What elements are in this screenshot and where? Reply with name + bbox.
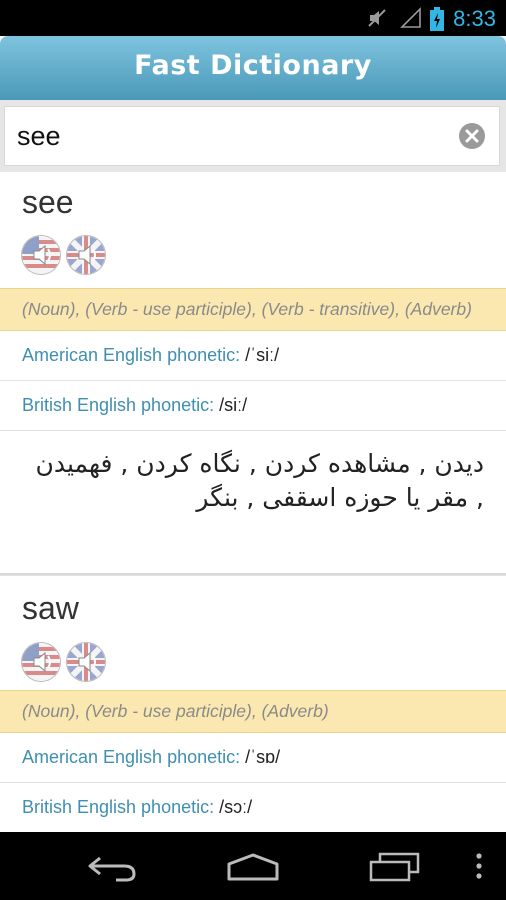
american-phonetic-label: American English phonetic: [22,747,241,767]
us-speaker-icon[interactable] [21,235,61,275]
back-icon[interactable] [86,852,138,882]
british-phonetic-label: British English phonetic: [22,395,215,415]
part-of-speech: (Noun), (Verb - use participle), (Verb -… [0,288,506,331]
results-list[interactable]: see (Noun), (Verb - use participle), (Ve… [0,172,506,832]
american-phonetic-value: /ˈsiː/ [245,345,280,365]
clear-icon[interactable] [459,123,485,149]
american-phonetic-label: American English phonetic: [22,345,241,365]
recent-apps-icon[interactable] [368,852,420,882]
list-item: saw (Noun), (Verb - use participle), (Ad… [0,575,506,832]
part-of-speech: (Noun), (Verb - use participle), (Adverb… [0,690,506,733]
signal-icon [400,7,421,28]
uk-speaker-icon[interactable] [66,235,106,275]
speaker-buttons [0,640,506,690]
status-time: 8:33 [453,6,496,31]
status-bar: 8:33 [0,0,506,36]
british-phonetic-row: British English phonetic: /sɔː/ [0,783,506,832]
app-bar: Fast Dictionary [0,36,506,100]
navigation-bar [0,832,506,900]
entry-word: saw [22,590,79,626]
us-speaker-icon[interactable] [21,642,61,682]
entry-word: see [22,184,74,220]
search-input[interactable]: see [4,106,500,166]
speaker-buttons [0,224,506,288]
british-phonetic-value: /sɔː/ [219,797,253,817]
translation-text: دیدن , مشاهده کردن , نگاه کردن , فهمیدن … [0,431,506,575]
app-title: Fast Dictionary [134,50,372,81]
muted-icon [368,9,386,27]
search-bar: see [0,100,506,172]
british-phonetic-row: British English phonetic: /siː/ [0,381,506,431]
overflow-menu-icon[interactable] [474,852,484,882]
list-item: see (Noun), (Verb - use participle), (Ve… [0,172,506,575]
british-phonetic-value: /siː/ [219,395,248,415]
british-phonetic-label: British English phonetic: [22,797,215,817]
american-phonetic-row: American English phonetic: /ˈsɒ/ [0,733,506,783]
home-icon[interactable] [226,852,280,882]
american-phonetic-row: American English phonetic: /ˈsiː/ [0,331,506,381]
uk-speaker-icon[interactable] [66,642,106,682]
search-input-value: see [17,121,61,151]
american-phonetic-value: /ˈsɒ/ [245,747,281,767]
battery-icon [430,7,444,31]
